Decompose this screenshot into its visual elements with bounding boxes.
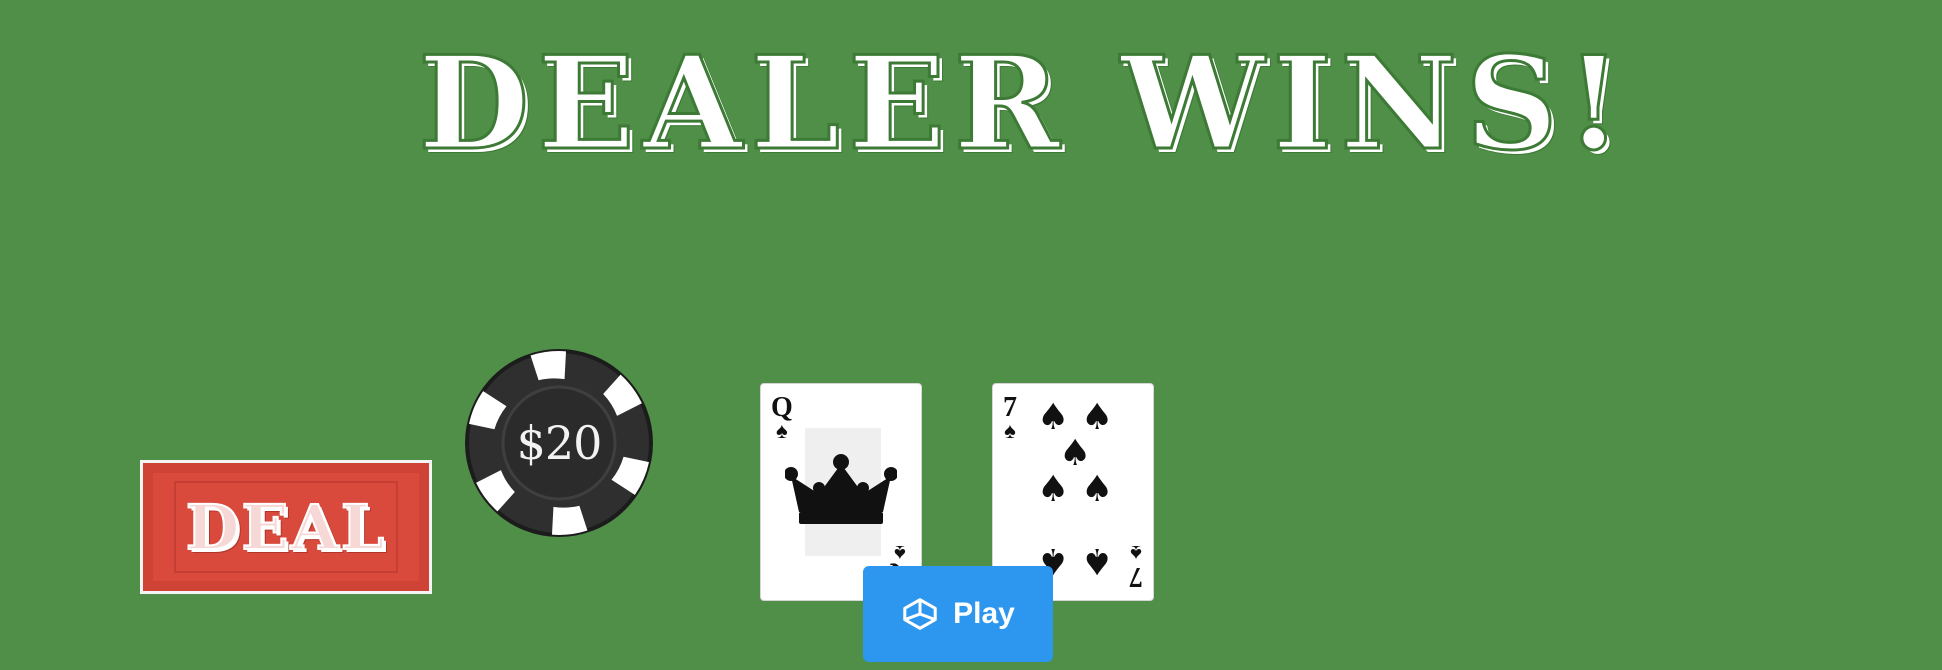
result-title: DEALER WINS! [417,29,1630,179]
card-rank-bottom: 7 [1129,561,1143,592]
spade-icon: ♠ [776,418,788,443]
blackjack-table: DEALER WINS! DEAL $20 Q ♠ ♠ 7 ♠ ♠ ♠ ♠ ♠ … [0,0,1942,670]
card-corner-bottom: 7 ♠ [1129,541,1143,592]
bet-chip[interactable]: $20 [464,348,654,538]
spade-icon: ♠ [1004,418,1016,443]
spade-pip-icon: ♠ [1081,540,1114,581]
deal-button-label: DEAL [185,490,387,565]
play-button-label: Play [953,597,1015,630]
deal-button-frame: DEAL [174,481,398,573]
play-button[interactable]: Play [863,566,1053,662]
spade-pip-icon: ♠ [1059,433,1092,474]
crown-icon [785,454,897,524]
unity-logo-icon [903,598,937,630]
deal-button[interactable]: DEAL [140,460,432,594]
card-corner-top: Q ♠ [771,394,793,442]
card-corner-top: 7 ♠ [1003,394,1017,442]
spade-icon: ♠ [1130,541,1142,566]
spade-pip-icon: ♠ [1037,397,1070,438]
spade-pip-icon: ♠ [1081,469,1114,510]
spade-pip-icon: ♠ [1037,469,1070,510]
chip-value: $20 [516,416,603,470]
spade-pip-icon: ♠ [1081,397,1114,438]
